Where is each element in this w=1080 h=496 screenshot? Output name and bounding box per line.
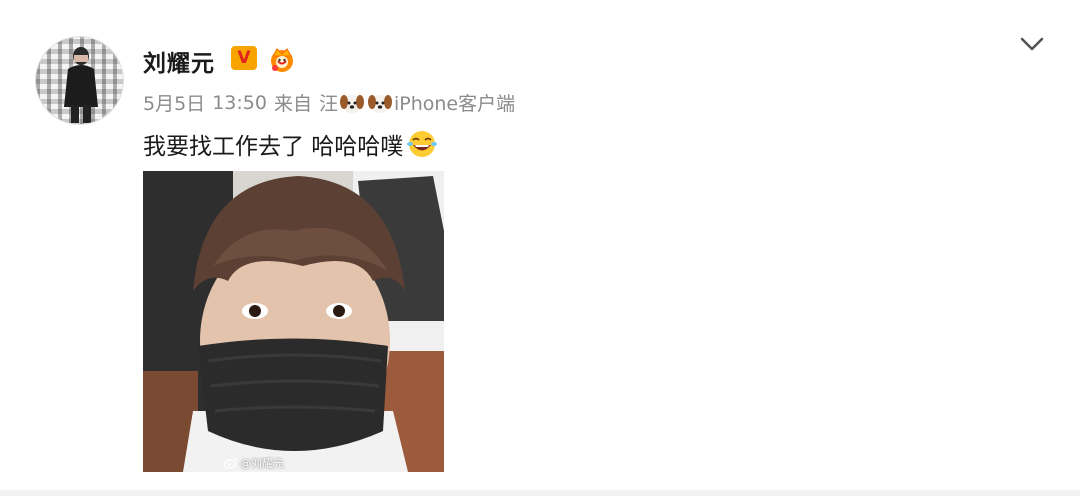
post-meta: 5月5日 13:50 来自 汪 iPhone客户端	[143, 89, 515, 116]
post-source[interactable]: 汪 iPhone客户端	[319, 89, 515, 116]
laughing-emoji-icon	[407, 131, 438, 157]
vip-badge[interactable]: V	[231, 46, 257, 70]
post-text: 我要找工作去了 哈哈哈噗	[143, 127, 439, 161]
dog-emoji-icon	[367, 94, 392, 113]
dog-emoji-icon	[339, 94, 364, 113]
author-name[interactable]: 刘耀元	[143, 44, 215, 78]
avatar-person-silhouette	[64, 47, 98, 123]
post-date: 5月5日	[143, 93, 206, 115]
source-suffix: iPhone客户端	[393, 93, 516, 115]
vip-badge-label: V	[237, 48, 251, 68]
weibo-post-card: 刘耀元 V 5月5日 13:50 来自 汪 iPhone客户端 我要找工作去了 …	[0, 0, 1080, 496]
image-watermark: @刘耀元	[224, 455, 284, 471]
card-divider	[0, 490, 1080, 496]
source-prefix: 汪	[318, 93, 338, 115]
crown-icon[interactable]	[267, 44, 297, 74]
post-text-body: 我要找工作去了 哈哈哈噗	[143, 134, 404, 160]
weibo-logo-icon	[224, 457, 238, 469]
post-image[interactable]	[143, 171, 444, 472]
chevron-down-icon[interactable]	[1019, 35, 1045, 53]
selfie-photo-illustration	[143, 171, 444, 472]
avatar[interactable]	[35, 36, 124, 125]
from-label: 来自	[273, 93, 312, 115]
post-time: 13:50	[212, 91, 267, 114]
watermark-text: @刘耀元	[240, 457, 284, 470]
